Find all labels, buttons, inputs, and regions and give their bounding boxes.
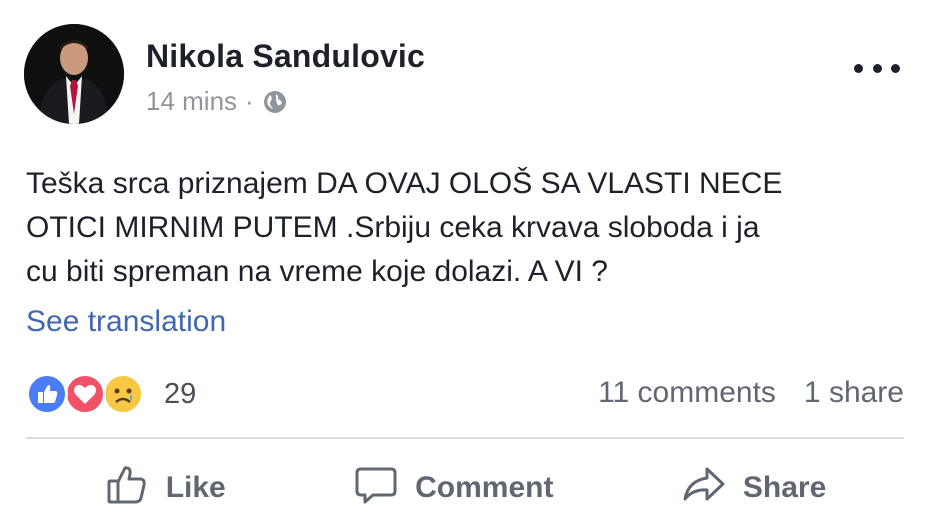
like-button[interactable]: Like xyxy=(104,461,226,515)
reaction-icons xyxy=(26,373,146,415)
ellipsis-dot xyxy=(891,63,900,73)
like-reaction-icon xyxy=(26,373,68,415)
ellipsis-dot xyxy=(872,63,882,73)
comment-icon xyxy=(353,461,399,515)
love-reaction-icon xyxy=(64,373,106,415)
sad-reaction-icon xyxy=(102,373,144,415)
author-name[interactable]: Nikola Sandulovic xyxy=(146,38,425,75)
post-time[interactable]: 14 mins xyxy=(146,86,237,117)
action-bar: Like Comment Share xyxy=(0,458,930,518)
shares-count-link[interactable]: 1 share xyxy=(804,376,904,410)
facebook-post: Nikola Sandulovic 14 mins · Teška srca p… xyxy=(0,0,930,525)
post-meta: 14 mins · xyxy=(146,86,288,117)
avatar[interactable] xyxy=(24,24,124,124)
reaction-count: 29 xyxy=(164,377,197,410)
more-options-button[interactable] xyxy=(854,56,900,80)
like-label: Like xyxy=(165,471,226,504)
share-button[interactable]: Share xyxy=(681,461,826,515)
post-text: Teška srca priznajem DA OVAJ OLOŠ SA VLA… xyxy=(26,167,783,288)
thumbs-up-icon xyxy=(104,461,150,515)
globe-icon[interactable] xyxy=(262,89,288,115)
avatar-image xyxy=(24,24,124,124)
share-label: Share xyxy=(742,471,827,504)
see-translation-link[interactable]: See translation xyxy=(26,305,226,339)
comment-label: Comment xyxy=(415,471,554,504)
reactions-summary[interactable]: 29 xyxy=(26,373,196,415)
post-stats: 11 comments 1 share xyxy=(598,376,904,410)
divider xyxy=(26,437,904,439)
share-arrow-icon xyxy=(681,461,727,515)
meta-separator: · xyxy=(245,86,254,116)
ellipsis-dot xyxy=(854,63,863,73)
comments-count-link[interactable]: 11 comments xyxy=(598,376,776,410)
comment-button[interactable]: Comment xyxy=(353,461,553,515)
